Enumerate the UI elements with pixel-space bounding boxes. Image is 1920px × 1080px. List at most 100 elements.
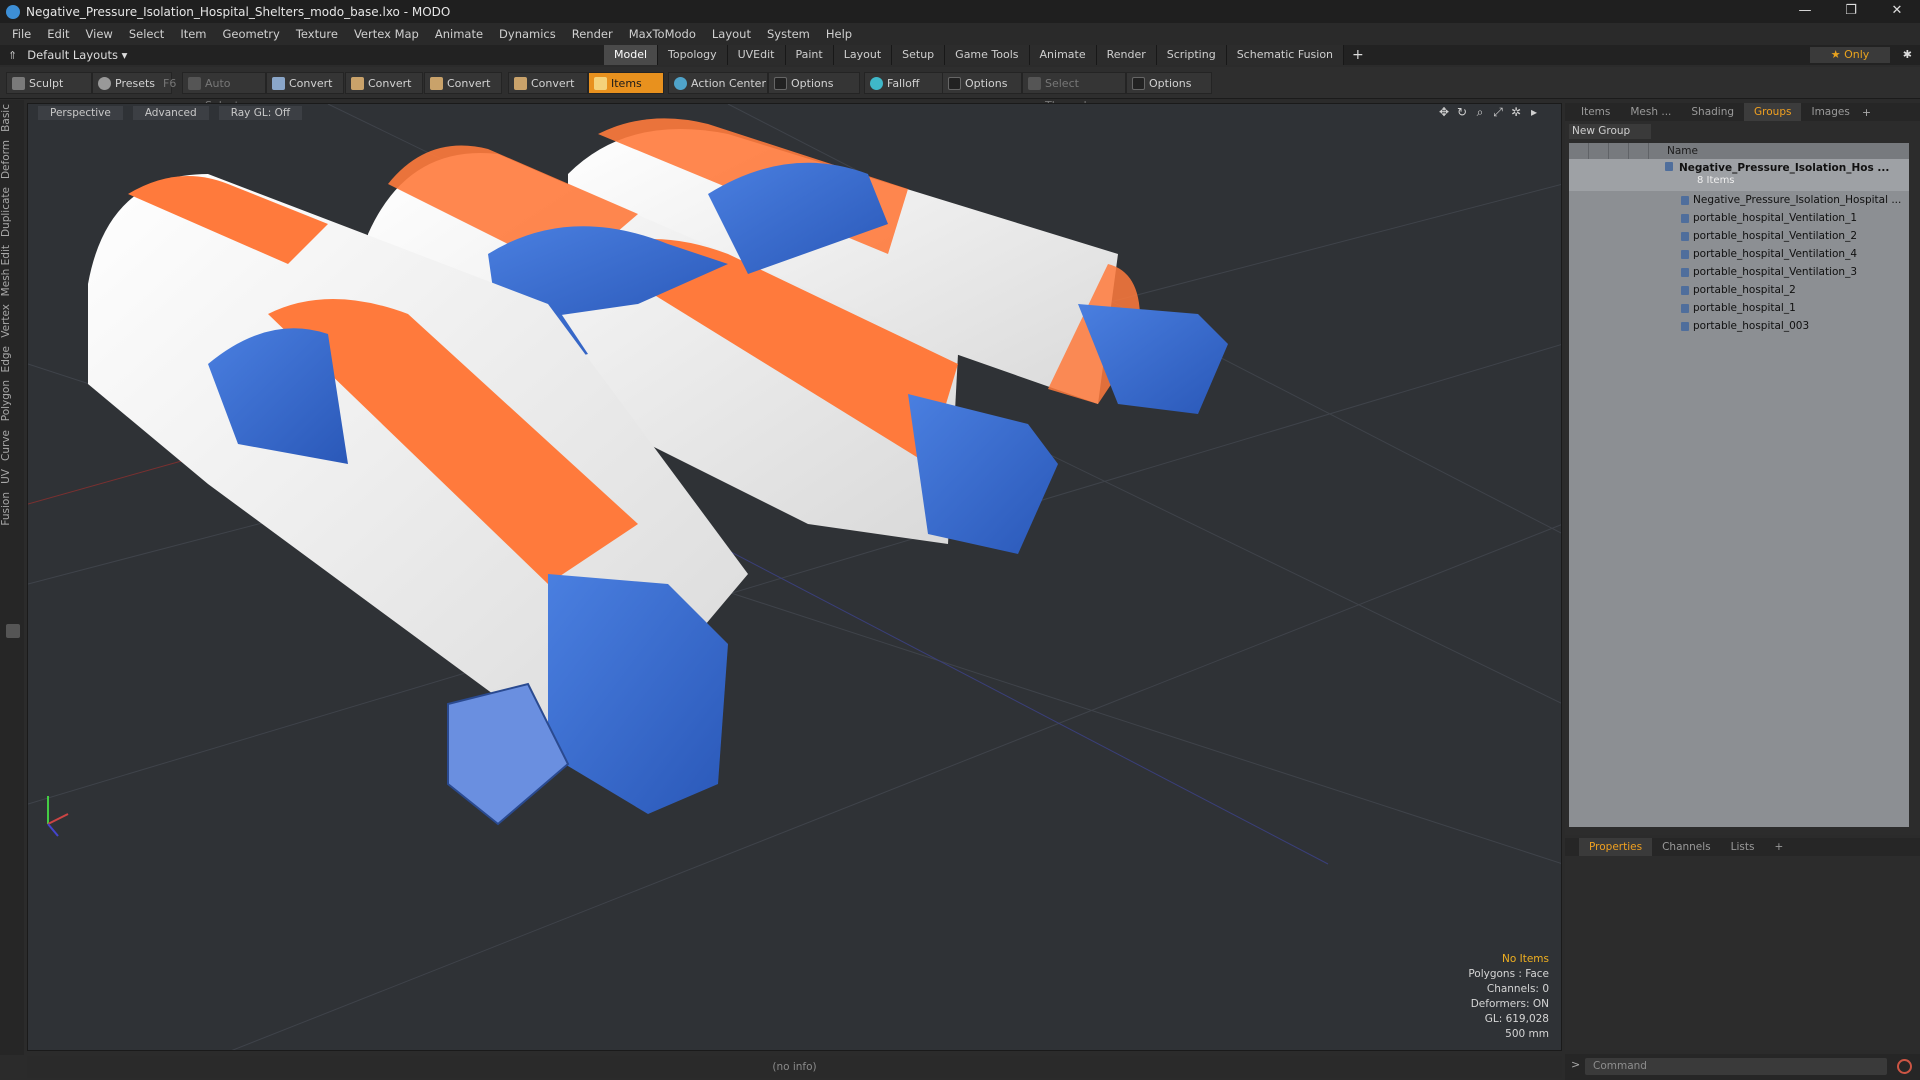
maximize-icon[interactable]: ⤢ <box>1489 105 1507 120</box>
action-options-button[interactable]: Options <box>768 72 860 94</box>
add-tab-icon[interactable]: + <box>1352 45 1364 65</box>
convert-polygons-button[interactable]: Convert <box>424 72 502 94</box>
view-mode-button[interactable]: Perspective <box>38 106 123 120</box>
brush-icon <box>12 77 25 90</box>
tab-properties[interactable]: Properties <box>1579 838 1653 856</box>
tab-scripting[interactable]: Scripting <box>1156 45 1227 65</box>
tab-setup[interactable]: Setup <box>892 45 946 65</box>
vtab-polygon[interactable]: Polygon <box>0 376 24 425</box>
record-macro-icon[interactable] <box>1897 1059 1912 1074</box>
tree-row[interactable]: portable_hospital_Ventilation_3 <box>1569 263 1909 281</box>
vtab-duplicate[interactable]: Duplicate <box>0 183 24 241</box>
viewport-settings-icon[interactable]: ✲ <box>1507 105 1525 120</box>
tab-images[interactable]: Images <box>1801 103 1859 121</box>
tab-topology[interactable]: Topology <box>658 45 728 65</box>
presets-button[interactable]: Presets F6 <box>92 72 176 94</box>
new-group-button[interactable]: New Group <box>1569 124 1651 139</box>
tab-lists[interactable]: Lists <box>1721 838 1765 856</box>
tab-schematic-fusion[interactable]: Schematic Fusion <box>1226 45 1345 65</box>
gear-icon[interactable]: ✱ <box>1903 45 1912 65</box>
menu-vertex-map[interactable]: Vertex Map <box>346 27 427 41</box>
select-options-button[interactable]: Options <box>1126 72 1212 94</box>
tab-shading[interactable]: Shading <box>1681 103 1744 121</box>
vtab-edge[interactable]: Edge <box>0 342 24 376</box>
raygl-button[interactable]: Ray GL: Off <box>218 106 303 120</box>
tab-model[interactable]: Model <box>604 45 659 65</box>
add-tab-icon[interactable]: + <box>1764 838 1793 856</box>
menu-system[interactable]: System <box>759 27 818 41</box>
items-mode-button[interactable]: Items <box>588 72 664 94</box>
lock-column-icon[interactable] <box>1609 143 1629 159</box>
layout-dropdown[interactable]: Default Layouts ▾ <box>27 48 127 62</box>
menu-animate[interactable]: Animate <box>427 27 491 41</box>
tree-row[interactable]: portable_hospital_Ventilation_4 <box>1569 245 1909 263</box>
convert-edges-button[interactable]: Convert <box>345 72 423 94</box>
select-through-button[interactable]: Select Through <box>1022 72 1126 112</box>
menu-geometry[interactable]: Geometry <box>215 27 288 41</box>
collapse-icon[interactable]: ⇑ <box>8 49 17 62</box>
menu-select[interactable]: Select <box>121 27 172 41</box>
action-center-button[interactable]: Action Center <box>668 72 768 94</box>
menu-dynamics[interactable]: Dynamics <box>491 27 564 41</box>
falloff-options-button[interactable]: Options <box>942 72 1022 94</box>
3d-viewport[interactable]: Perspective Advanced Ray GL: Off ✥ ↻ ⌕ ⤢… <box>27 103 1562 1051</box>
convert-vertices-button[interactable]: Convert <box>266 72 344 94</box>
menu-layout[interactable]: Layout <box>704 27 759 41</box>
tab-channels[interactable]: Channels <box>1652 838 1721 856</box>
menu-help[interactable]: Help <box>818 27 860 41</box>
vtab-uv[interactable]: UV <box>0 465 24 488</box>
group-icon <box>1665 162 1673 171</box>
rotate-icon[interactable]: ↻ <box>1453 105 1471 120</box>
minimize-button[interactable]: — <box>1782 0 1828 23</box>
select-column-icon[interactable] <box>1629 143 1649 159</box>
tab-render[interactable]: Render <box>1096 45 1157 65</box>
tree-row[interactable]: portable_hospital_2 <box>1569 281 1909 299</box>
falloff-button[interactable]: Falloff <box>864 72 946 94</box>
only-toggle[interactable]: ★ Only <box>1810 47 1890 63</box>
tree-row[interactable]: portable_hospital_1 <box>1569 299 1909 317</box>
vtab-mesh-edit[interactable]: Mesh Edit <box>0 241 24 300</box>
expand-toolbox-button[interactable] <box>6 624 20 638</box>
menu-edit[interactable]: Edit <box>39 27 77 41</box>
tab-layout[interactable]: Layout <box>833 45 893 65</box>
tab-paint[interactable]: Paint <box>785 45 834 65</box>
menu-render[interactable]: Render <box>564 27 621 41</box>
command-input[interactable]: Command <box>1585 1058 1887 1075</box>
menu-view[interactable]: View <box>78 27 121 41</box>
close-button[interactable]: ✕ <box>1874 0 1920 23</box>
convert-items-button[interactable]: Convert <box>508 72 588 94</box>
sculpt-button[interactable]: Sculpt <box>6 72 92 94</box>
zoom-icon[interactable]: ⌕ <box>1471 105 1489 120</box>
tab-mesh[interactable]: Mesh ... <box>1620 103 1681 121</box>
vtab-curve[interactable]: Curve <box>0 426 24 465</box>
vtab-vertex[interactable]: Vertex <box>0 300 24 342</box>
restore-button[interactable]: ❐ <box>1828 0 1874 23</box>
menu-item[interactable]: Item <box>172 27 214 41</box>
tree-row[interactable]: Negative_Pressure_Isolation_Hospital ... <box>1569 191 1909 209</box>
viewport-scene <box>28 104 1561 1050</box>
tab-game-tools[interactable]: Game Tools <box>945 45 1030 65</box>
add-tab-icon[interactable]: + <box>1862 106 1871 119</box>
menu-texture[interactable]: Texture <box>288 27 346 41</box>
tree-row[interactable]: portable_hospital_Ventilation_1 <box>1569 209 1909 227</box>
tab-uvedit[interactable]: UVEdit <box>727 45 786 65</box>
vtab-basic[interactable]: Basic <box>0 100 24 136</box>
visibility-column-icon[interactable] <box>1569 143 1589 159</box>
pan-icon[interactable]: ✥ <box>1435 105 1453 120</box>
tree-row[interactable]: portable_hospital_003 <box>1569 317 1909 335</box>
viewport-menu-icon[interactable]: ▸ <box>1525 105 1543 120</box>
menu-maxtomodo[interactable]: MaxToModo <box>621 27 704 41</box>
auto-select-button[interactable]: Auto Select <box>182 72 266 112</box>
vtab-fusion[interactable]: Fusion <box>0 488 24 530</box>
tab-animate[interactable]: Animate <box>1029 45 1097 65</box>
group-root-row[interactable]: Negative_Pressure_Isolation_Hos ... 8 It… <box>1569 159 1909 191</box>
shading-mode-button[interactable]: Advanced <box>132 106 209 120</box>
name-column-header[interactable]: Name <box>1649 145 1698 157</box>
command-prompt-icon: > <box>1571 1058 1581 1071</box>
tab-groups[interactable]: Groups <box>1744 103 1802 121</box>
menu-file[interactable]: File <box>4 27 39 41</box>
tab-items[interactable]: Items <box>1571 103 1620 121</box>
vtab-deform[interactable]: Deform <box>0 136 24 183</box>
render-column-icon[interactable] <box>1589 143 1609 159</box>
tree-row[interactable]: portable_hospital_Ventilation_2 <box>1569 227 1909 245</box>
